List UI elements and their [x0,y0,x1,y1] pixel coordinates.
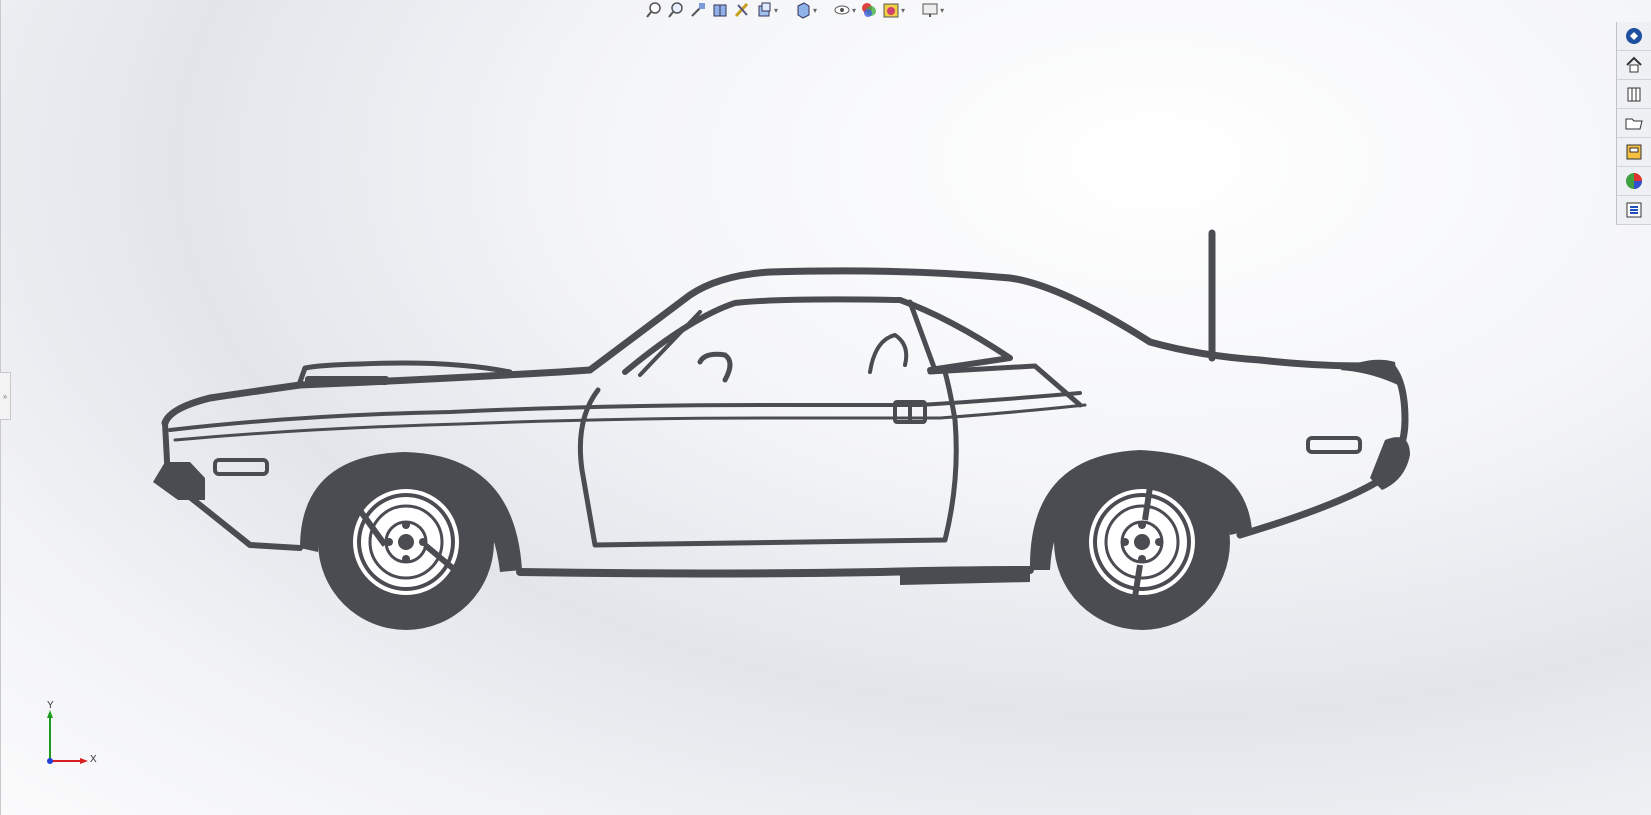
car-sketch [153,229,1410,630]
display-style-icon[interactable]: ▾ [794,1,817,19]
front-wheel [318,454,494,630]
design-library-icon[interactable] [1617,80,1651,109]
section-view-icon[interactable] [711,1,729,19]
solidworks-resources-icon[interactable] [1617,22,1651,51]
appearances-scenes-icon[interactable] [1617,167,1651,196]
chevron-down-icon[interactable]: ▾ [901,6,905,15]
view-orientation-icon[interactable]: ▾ [755,1,778,19]
rear-bumper [1370,437,1410,490]
rear-wheel [1054,454,1230,630]
chevron-down-icon[interactable]: ▾ [774,6,778,15]
chevron-down-icon[interactable]: ▾ [813,6,817,15]
triad-y-label: Y [47,700,54,711]
edit-appearance-icon[interactable] [860,1,878,19]
custom-properties-icon[interactable] [1617,196,1651,225]
chevron-down-icon[interactable]: ▾ [940,6,944,15]
zoom-to-area-icon[interactable] [667,1,685,19]
previous-view-icon[interactable] [689,1,707,19]
under-car-shadow [900,570,1030,585]
apply-scene-icon[interactable]: ▾ [882,1,905,19]
zoom-to-fit-icon[interactable] [645,1,663,19]
triad-x-label: X [90,754,97,765]
reference-triad: Y X [40,700,110,766]
view-palette-icon[interactable] [1617,138,1651,167]
graphics-area[interactable]: » ▾ ▾ ▾ ▾ ▾ Y X [0,0,1651,815]
dynamic-annotation-icon[interactable] [733,1,751,19]
triad-axes [47,710,88,764]
front-bumper [153,462,205,500]
view-settings-icon[interactable]: ▾ [921,1,944,19]
heads-up-view-toolbar: ▾ ▾ ▾ ▾ ▾ [645,0,944,20]
hide-show-items-icon[interactable]: ▾ [833,1,856,19]
chevron-down-icon[interactable]: ▾ [852,6,856,15]
file-explorer-icon[interactable] [1617,109,1651,138]
home-icon[interactable] [1617,51,1651,80]
task-pane-tabs [1616,22,1651,225]
